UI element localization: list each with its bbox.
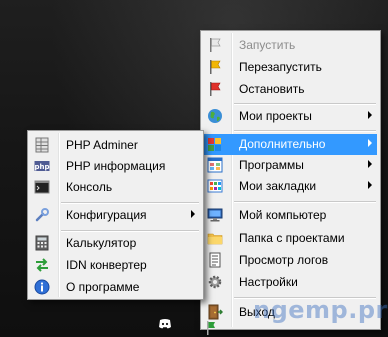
- menu-item-label: О программе: [66, 280, 140, 294]
- console-icon: [34, 180, 50, 194]
- red-flag-icon: [210, 82, 221, 96]
- submenu-item-about[interactable]: О программе: [31, 277, 200, 298]
- submenu-arrow-icon: [191, 210, 195, 218]
- menu-separator: [234, 103, 376, 105]
- bookmarks-icon: [207, 179, 223, 193]
- menu-separator: [234, 201, 376, 203]
- menu-item-label: Конфигурация: [66, 208, 147, 222]
- info-icon: [34, 279, 50, 295]
- menu-item-projects-folder[interactable]: Папка с проектами: [204, 228, 377, 249]
- discord-icon[interactable]: [157, 316, 173, 332]
- globe-icon: [208, 109, 222, 123]
- menu-separator: [234, 130, 376, 132]
- calculator-icon: [35, 235, 49, 251]
- menu-item-stop[interactable]: Остановить: [204, 79, 377, 100]
- submenu-item-idn-converter[interactable]: IDN конвертер: [31, 255, 200, 276]
- menu-item-label: Папка с проектами: [239, 231, 345, 245]
- menu-item-view-logs[interactable]: Просмотр логов: [204, 250, 377, 271]
- menu-item-label: Мои закладки: [239, 179, 317, 193]
- submenu-arrow-icon: [368, 181, 372, 189]
- menu-item-label: Мой компьютер: [239, 208, 327, 222]
- server-tray-icon[interactable]: [204, 320, 220, 336]
- menu-item-bookmarks[interactable]: Мои закладки: [204, 176, 377, 197]
- menu-separator: [61, 202, 199, 204]
- blocks-icon: [208, 138, 221, 151]
- submenu-arrow-icon: [368, 139, 372, 147]
- watermark: ngemp.pro: [253, 296, 388, 324]
- exit-icon: [208, 304, 223, 320]
- submenu-arrow-icon: [368, 111, 372, 119]
- submenu-item-calculator[interactable]: Калькулятор: [31, 233, 200, 254]
- gear-icon: [208, 275, 222, 289]
- window-grid-icon: [207, 157, 223, 173]
- folder-icon: [207, 233, 223, 245]
- menu-item-label: Перезапустить: [239, 60, 322, 74]
- menu-item-my-projects[interactable]: Мои проекты: [204, 106, 377, 127]
- wrench-icon: [35, 208, 49, 222]
- menu-item-programs[interactable]: Программы: [204, 155, 377, 176]
- menu-item-label: Консоль: [66, 180, 113, 194]
- menu-item-label: Настройки: [239, 275, 298, 289]
- submenu-item-console[interactable]: Консоль: [31, 177, 200, 198]
- menu-item-label: Просмотр логов: [239, 253, 329, 267]
- submenu-item-php-adminer[interactable]: PHP Adminer: [31, 135, 200, 156]
- converter-icon: [36, 258, 48, 272]
- menu-separator: [61, 230, 199, 232]
- php-icon: php: [34, 161, 50, 171]
- menu-item-restart[interactable]: Перезапустить: [204, 57, 377, 78]
- menu-item-label: Калькулятор: [66, 236, 137, 250]
- menu-item-start[interactable]: Запустить: [204, 35, 377, 56]
- menu-item-label: IDN конвертер: [66, 258, 147, 272]
- white-flag-icon: [210, 38, 221, 52]
- table-icon: [35, 137, 49, 153]
- menu-item-label: Запустить: [239, 38, 296, 52]
- menu-item-label: Мои проекты: [239, 109, 312, 123]
- main-context-menu: Запустить Перезапустить Остановить Мои п…: [200, 30, 381, 330]
- menu-item-label: PHP информация: [66, 159, 166, 173]
- svg-text:php: php: [34, 163, 49, 171]
- menu-item-extra[interactable]: Дополнительно: [204, 134, 377, 155]
- extra-submenu: PHP Adminer php PHP информация Консоль К…: [27, 130, 204, 300]
- menu-item-my-computer[interactable]: Мой компьютер: [204, 205, 377, 226]
- submenu-arrow-icon: [368, 160, 372, 168]
- log-icon: [209, 252, 221, 268]
- menu-item-label: Программы: [239, 158, 304, 172]
- menu-item-label: Остановить: [239, 82, 305, 96]
- submenu-item-php-info[interactable]: php PHP информация: [31, 156, 200, 177]
- menu-item-label: Дополнительно: [239, 137, 326, 151]
- menu-item-settings[interactable]: Настройки: [204, 272, 377, 293]
- submenu-item-configuration[interactable]: Конфигурация: [31, 205, 200, 226]
- yellow-flag-icon: [210, 60, 221, 74]
- computer-icon: [207, 208, 223, 222]
- menu-item-label: PHP Adminer: [66, 138, 138, 152]
